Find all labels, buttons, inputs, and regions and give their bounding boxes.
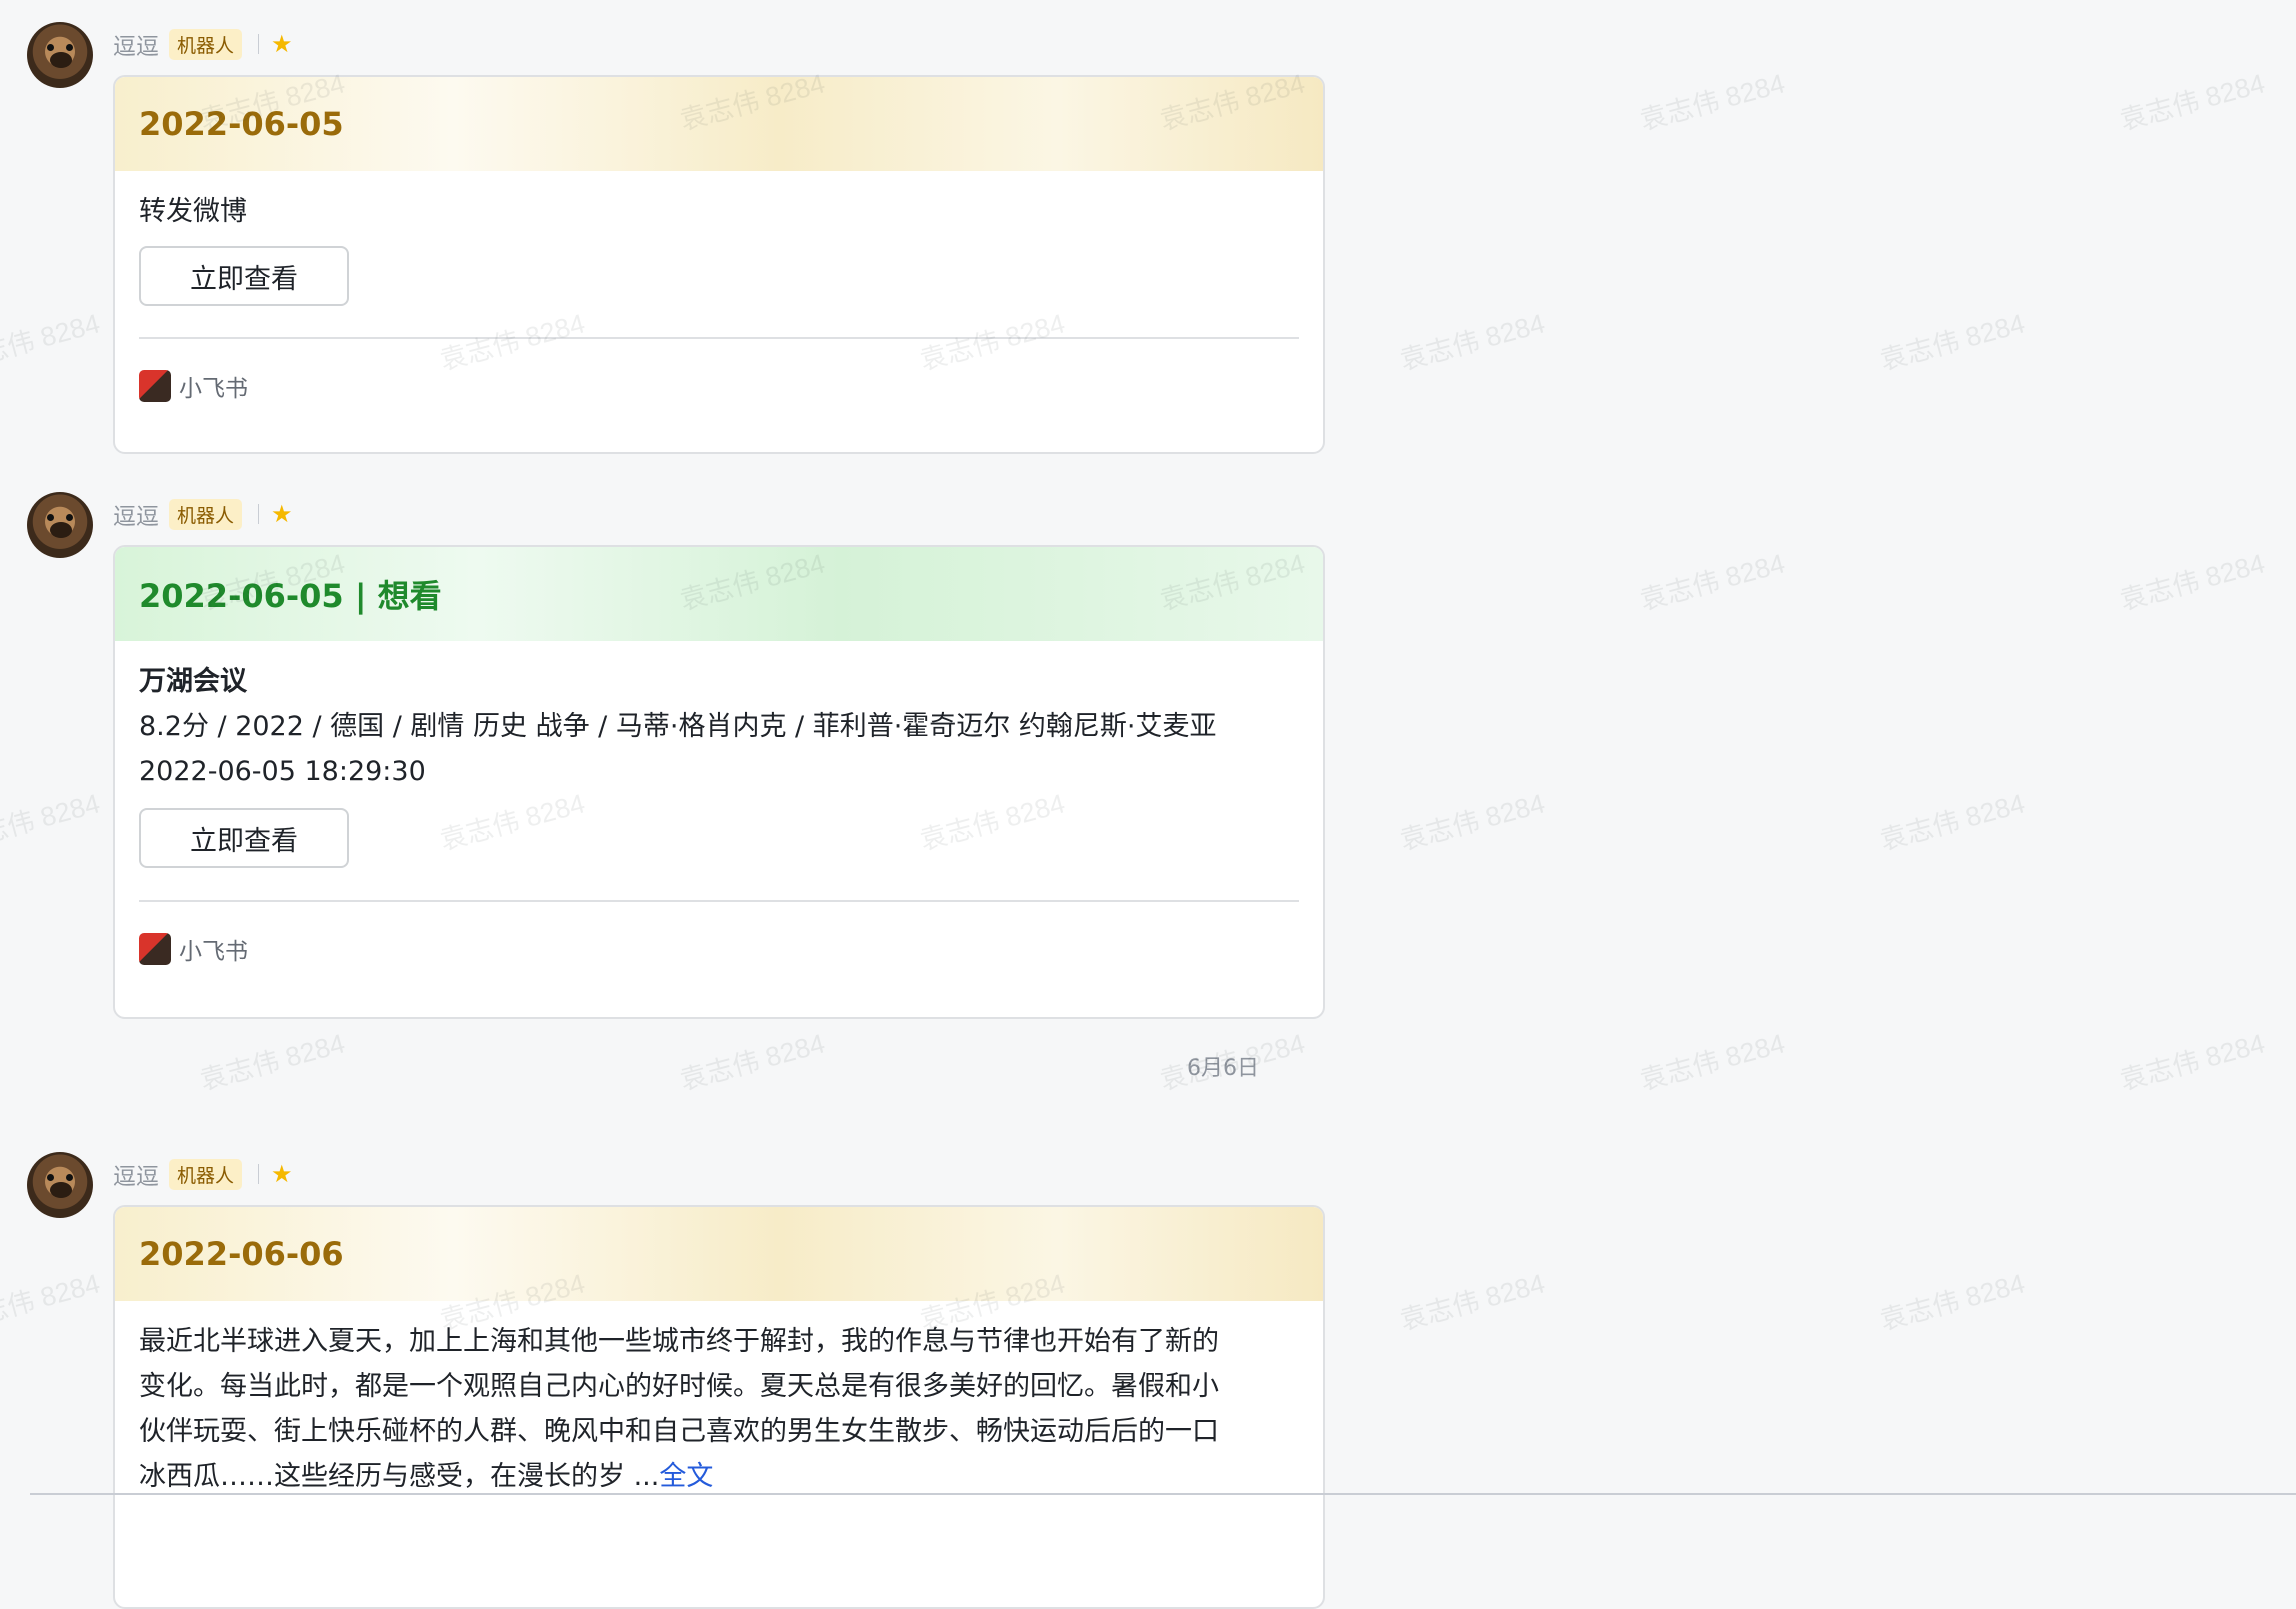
truncated-text: 冰西瓜……这些经历与感受，在漫长的岁 ... [139, 1461, 660, 1492]
watermark-text: 袁志伟 8284 [1396, 788, 1549, 856]
card-title: 2022-06-06 [139, 1235, 344, 1273]
timestamp: 2022-06-05 18:29:30 [139, 756, 426, 787]
sender-name[interactable]: 逗逗 [113, 27, 159, 61]
avatar-snout [50, 522, 72, 538]
view-now-button[interactable]: 立即查看 [139, 808, 349, 868]
watermark-text: 袁志伟 8284 [1876, 308, 2029, 376]
avatar[interactable] [27, 22, 93, 88]
watermark-text: 袁志伟 8284 [2116, 68, 2269, 136]
full-text-link[interactable]: 全文 [659, 1461, 713, 1492]
avatar-eye [47, 514, 54, 521]
meta-separator [258, 1164, 260, 1184]
message-meta: 逗逗 机器人 ★ [113, 498, 293, 530]
card-title: 2022-06-05 | 想看 [139, 577, 442, 615]
text-line: 最近北半球进入夏天，加上上海和其他一些城市终于解封，我的作息与节律也开始有了新的 [139, 1326, 1219, 1357]
avatar-eye [66, 1174, 73, 1181]
watermark-text: 袁志伟 8284 [1636, 548, 1789, 616]
card-body: 最近北半球进入夏天，加上上海和其他一些城市终于解封，我的作息与节律也开始有了新的… [115, 1319, 1323, 1499]
message-card: 2022-06-06 最近北半球进入夏天，加上上海和其他一些城市终于解封，我的作… [113, 1205, 1325, 1609]
watermark-text: 袁志伟 8284 [676, 1028, 829, 1096]
avatar-eye [47, 1174, 54, 1181]
sender-name[interactable]: 逗逗 [113, 497, 159, 531]
avatar-eye [66, 44, 73, 51]
avatar-snout [50, 52, 72, 68]
card-body: 转发微博 立即查看 小飞书 [115, 189, 1323, 433]
avatar-snout [50, 1182, 72, 1198]
watermark-text: 袁志伟 8284 [1396, 1268, 1549, 1336]
watermark-text: 袁志伟 8284 [0, 308, 104, 376]
watermark-text: 袁志伟 8284 [0, 788, 104, 856]
app-name[interactable]: 小飞书 [179, 369, 248, 403]
movie-info: 8.2分 / 2022 / 德国 / 剧情 历史 战争 / 马蒂·格肖内克 / … [139, 711, 1217, 742]
meta-separator [258, 34, 260, 54]
message-meta: 逗逗 机器人 ★ [113, 28, 293, 60]
meta-separator [258, 504, 260, 524]
view-now-button[interactable]: 立即查看 [139, 246, 349, 306]
text-line: 变化。每当此时，都是一个观照自己内心的好时候。夏天总是有很多美好的回忆。暑假和小 [139, 1371, 1219, 1402]
card-footer: 小飞书 [139, 902, 1299, 996]
avatar[interactable] [27, 492, 93, 558]
message-meta: 逗逗 机器人 ★ [113, 1158, 293, 1190]
star-icon[interactable]: ★ [271, 32, 293, 56]
date-separator: 6月6日 [1187, 1056, 1259, 1081]
card-title: 2022-06-05 [139, 105, 344, 143]
card-header: 2022-06-06 [115, 1207, 1323, 1301]
card-footer: 小飞书 [139, 339, 1299, 433]
app-icon [139, 370, 171, 402]
bot-badge: 机器人 [169, 28, 243, 60]
bottom-divider [30, 1493, 2296, 1495]
bot-badge: 机器人 [169, 498, 243, 530]
card-text: 转发微博 [139, 196, 247, 227]
avatar[interactable] [27, 1152, 93, 1218]
watermark-text: 袁志伟 8284 [196, 1028, 349, 1096]
message-card: 2022-06-05 转发微博 立即查看 小飞书 [113, 75, 1325, 454]
watermark-text: 袁志伟 8284 [2116, 1028, 2269, 1096]
app-icon [139, 933, 171, 965]
watermark-text: 袁志伟 8284 [0, 1268, 104, 1336]
watermark-text: 袁志伟 8284 [1396, 308, 1549, 376]
card-header: 2022-06-05 [115, 77, 1323, 171]
movie-title: 万湖会议 [139, 666, 247, 697]
message-card: 2022-06-05 | 想看 万湖会议 8.2分 / 2022 / 德国 / … [113, 545, 1325, 1019]
star-icon[interactable]: ★ [271, 502, 293, 526]
watermark-text: 袁志伟 8284 [1636, 68, 1789, 136]
card-header: 2022-06-05 | 想看 [115, 547, 1323, 641]
watermark-text: 袁志伟 8284 [1636, 1028, 1789, 1096]
bot-badge: 机器人 [169, 1158, 243, 1190]
star-icon[interactable]: ★ [271, 1162, 293, 1186]
watermark-text: 袁志伟 8284 [1876, 1268, 2029, 1336]
sender-name[interactable]: 逗逗 [113, 1157, 159, 1191]
watermark-text: 袁志伟 8284 [2116, 548, 2269, 616]
avatar-eye [47, 44, 54, 51]
avatar-eye [66, 514, 73, 521]
card-body: 万湖会议 8.2分 / 2022 / 德国 / 剧情 历史 战争 / 马蒂·格肖… [115, 659, 1323, 996]
watermark-text: 袁志伟 8284 [1876, 788, 2029, 856]
text-line: 伙伴玩耍、街上快乐碰杯的人群、晚风中和自己喜欢的男生女生散步、畅快运动后后的一口 [139, 1416, 1219, 1447]
app-name[interactable]: 小飞书 [179, 932, 248, 966]
